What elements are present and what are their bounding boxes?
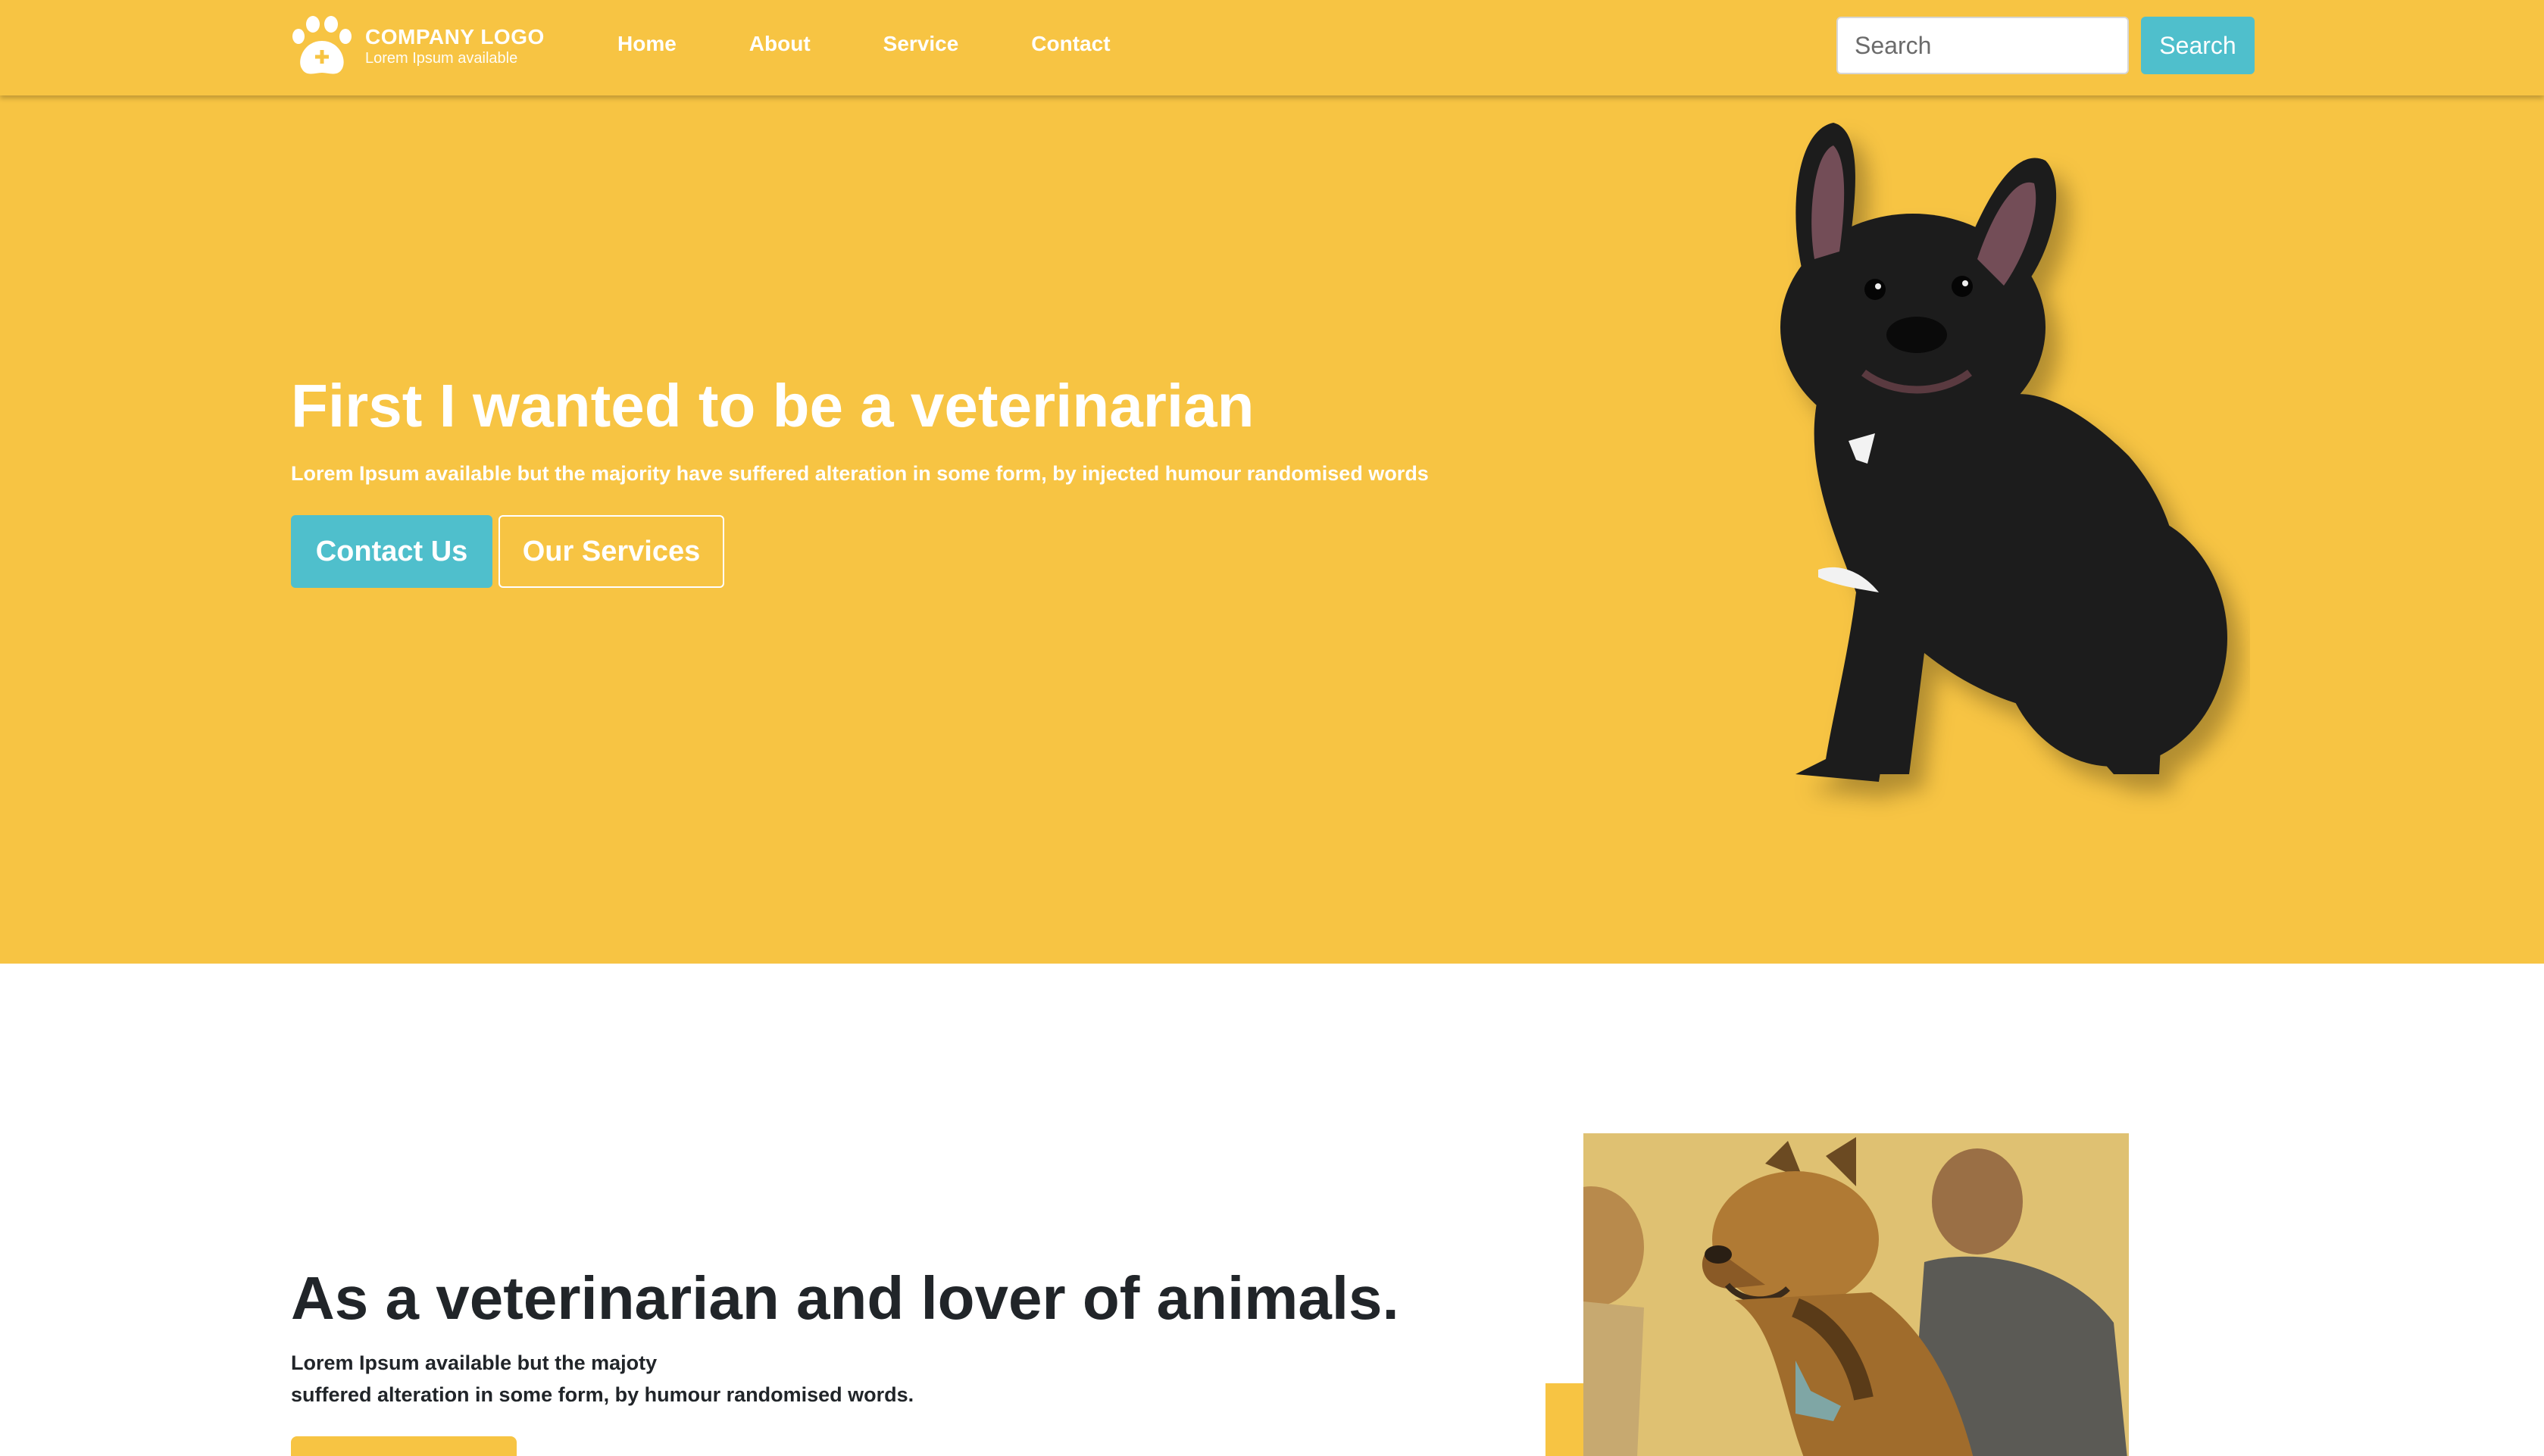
- about-text-line-1: Lorem Ipsum available but the majoty: [291, 1351, 658, 1374]
- nav-about[interactable]: About: [749, 29, 811, 59]
- nav-contact[interactable]: Contact: [1031, 29, 1110, 59]
- about-text-line-2: suffered alteration in some form, by hum…: [291, 1383, 914, 1406]
- nav-service[interactable]: Service: [883, 29, 959, 59]
- logo-subtitle: Lorem Ipsum available: [365, 50, 518, 67]
- company-logo[interactable]: COMPANY LOGO Lorem Ipsum available: [289, 14, 545, 79]
- our-services-button[interactable]: Our Services: [498, 515, 724, 588]
- logo-title: COMPANY LOGO: [365, 25, 545, 48]
- about-button[interactable]: [291, 1436, 517, 1456]
- accent-block: [1545, 1383, 1585, 1456]
- nav-home[interactable]: Home: [617, 29, 677, 59]
- hero-subtitle: Lorem Ipsum available but the majority h…: [291, 462, 1429, 485]
- search-button[interactable]: Search: [2141, 17, 2255, 74]
- hero-section: First I wanted to be a veterinarian Lore…: [0, 95, 2544, 964]
- about-title: As a veterinarian and lover of animals.: [291, 1264, 1399, 1332]
- vet-dog-photo: [1583, 1133, 2129, 1456]
- search-input[interactable]: [1836, 17, 2129, 74]
- dog-image: [1780, 123, 2227, 782]
- contact-us-button[interactable]: Contact Us: [291, 515, 492, 588]
- site-header: COMPANY LOGO Lorem Ipsum available Home …: [0, 0, 2544, 95]
- hero-title: First I wanted to be a veterinarian: [291, 372, 1255, 439]
- main-nav: Home About Service Contact: [617, 29, 1183, 59]
- paw-logo-icon: [292, 16, 352, 74]
